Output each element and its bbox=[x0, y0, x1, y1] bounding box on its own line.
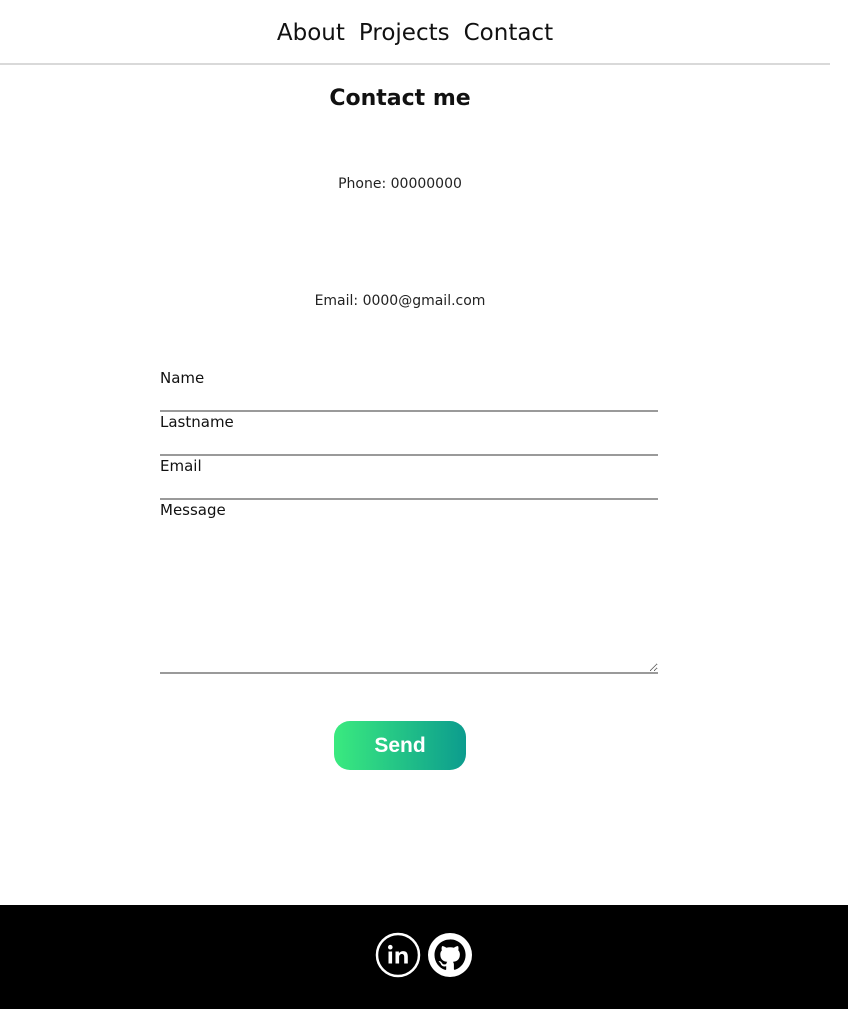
contact-form: Name Lastname Email Message bbox=[160, 368, 658, 674]
top-nav: About Projects Contact bbox=[0, 0, 830, 65]
lastname-input[interactable] bbox=[160, 432, 658, 456]
name-field: Name bbox=[160, 368, 658, 412]
github-icon[interactable] bbox=[427, 932, 473, 978]
name-label: Name bbox=[160, 369, 205, 387]
email-text: Email: 0000@gmail.com bbox=[314, 293, 486, 309]
message-field: Message bbox=[160, 500, 658, 674]
email-field: Email bbox=[160, 456, 658, 500]
name-input[interactable] bbox=[160, 388, 658, 412]
footer bbox=[0, 905, 848, 1009]
nav-contact-link[interactable]: Contact bbox=[464, 22, 553, 45]
lastname-field: Lastname bbox=[160, 412, 658, 456]
message-textarea[interactable] bbox=[160, 520, 658, 674]
nav-projects-link[interactable]: Projects bbox=[359, 22, 450, 45]
lastname-label: Lastname bbox=[160, 413, 234, 431]
email-input[interactable] bbox=[160, 476, 658, 500]
send-button[interactable]: Send bbox=[334, 721, 466, 770]
linkedin-icon[interactable] bbox=[375, 932, 421, 978]
phone-text: Phone: 00000000 bbox=[338, 176, 462, 192]
nav-about-link[interactable]: About bbox=[277, 22, 345, 45]
message-label: Message bbox=[160, 501, 226, 519]
email-label: Email bbox=[160, 457, 202, 475]
page-title: Contact me bbox=[329, 86, 471, 111]
